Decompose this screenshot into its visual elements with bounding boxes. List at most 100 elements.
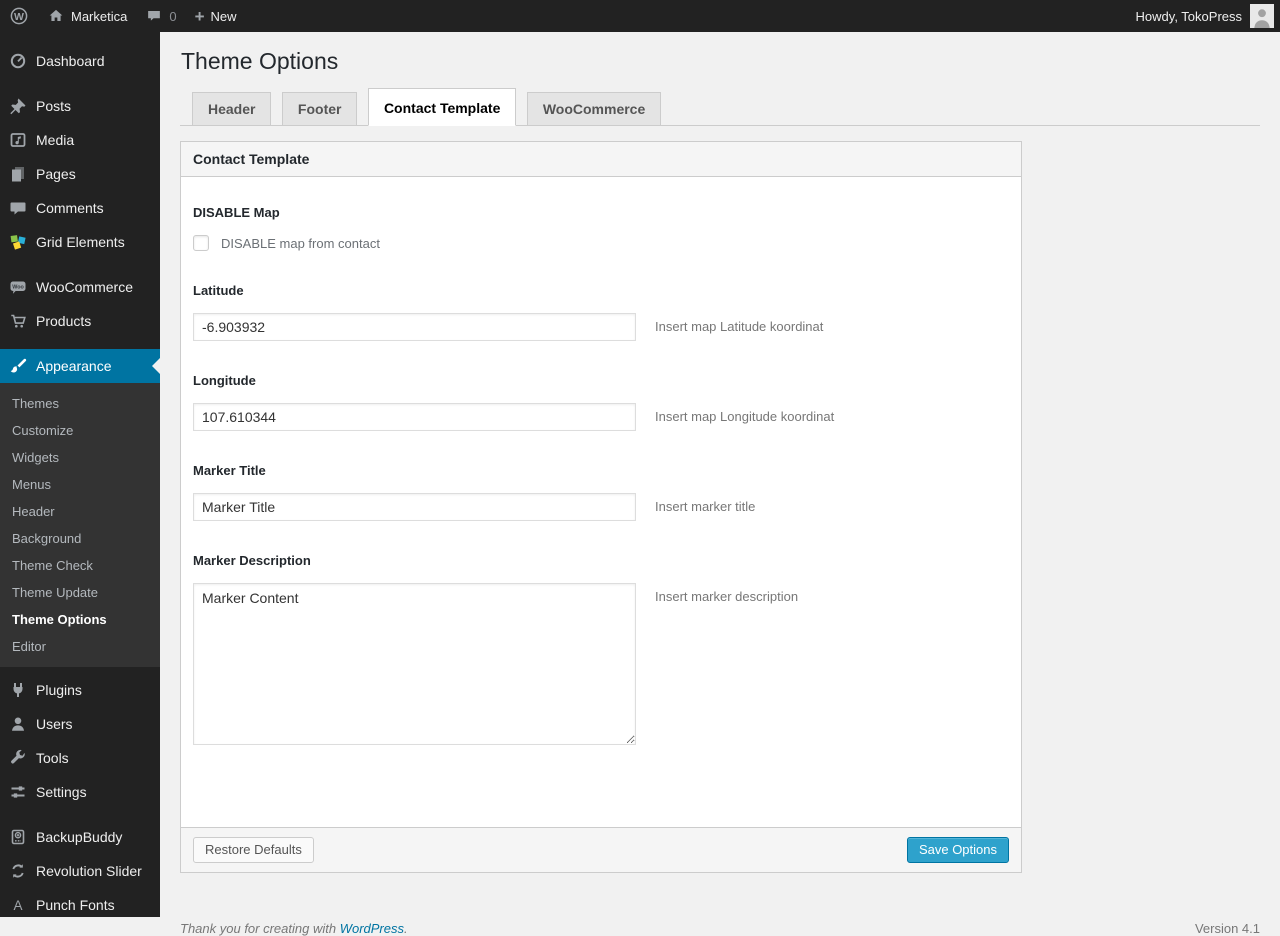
sidebar-subitem-widgets[interactable]: Widgets xyxy=(0,444,160,471)
field-label: Latitude xyxy=(193,283,1009,298)
sidebar-subitem-theme-update[interactable]: Theme Update xyxy=(0,579,160,606)
sidebar-item-posts[interactable]: Posts xyxy=(0,89,160,123)
sidebar-item-label: Plugins xyxy=(36,682,82,698)
media-icon xyxy=(8,130,28,150)
admin-bar: W Marketica 0 + New Howdy, TokoPress xyxy=(0,0,1280,32)
sidebar-item-products[interactable]: Products xyxy=(0,304,160,338)
sidebar-subitem-theme-check[interactable]: Theme Check xyxy=(0,552,160,579)
sidebar-item-pages[interactable]: Pages xyxy=(0,157,160,191)
sidebar-item-label: Users xyxy=(36,716,73,732)
tab-header[interactable]: Header xyxy=(192,92,271,126)
svg-text:W: W xyxy=(14,11,24,23)
sidebar-item-label: WooCommerce xyxy=(36,279,133,295)
sidebar-subitem-menus[interactable]: Menus xyxy=(0,471,160,498)
home-icon xyxy=(47,7,65,25)
disable-map-checkbox[interactable] xyxy=(193,235,209,251)
new-label: New xyxy=(211,9,237,24)
letter-a-icon: A xyxy=(8,895,28,915)
sidebar-item-label: Posts xyxy=(36,98,71,114)
field-label: Marker Title xyxy=(193,463,1009,478)
menu-separator xyxy=(0,338,160,349)
marker-title-input[interactable] xyxy=(193,493,636,521)
sidebar-subitem-background[interactable]: Background xyxy=(0,525,160,552)
admin-sidebar: Dashboard Posts Media Pages Commen xyxy=(0,32,160,917)
field-label: DISABLE Map xyxy=(193,205,1009,220)
settings-icon xyxy=(8,782,28,802)
sidebar-item-dashboard[interactable]: Dashboard xyxy=(0,44,160,78)
menu-separator xyxy=(0,809,160,820)
disable-map-checkbox-label: DISABLE map from contact xyxy=(221,236,380,251)
save-options-button[interactable]: Save Options xyxy=(907,837,1009,863)
tab-bar: Header Footer Contact Template WooCommer… xyxy=(180,88,1260,126)
sidebar-item-revolution-slider[interactable]: Revolution Slider xyxy=(0,854,160,888)
site-name-button[interactable]: Marketica xyxy=(38,0,136,32)
field-latitude: Latitude Insert map Latitude koordinat xyxy=(193,283,1009,341)
field-longitude: Longitude Insert map Longitude koordinat xyxy=(193,373,1009,431)
latitude-hint: Insert map Latitude koordinat xyxy=(655,313,823,334)
panel-body: DISABLE Map DISABLE map from contact Lat… xyxy=(181,177,1021,827)
comment-count: 0 xyxy=(169,9,176,24)
plus-icon: + xyxy=(195,8,205,25)
sidebar-item-grid-elements[interactable]: Grid Elements xyxy=(0,225,160,259)
pages-icon xyxy=(8,164,28,184)
comments-bubble-button[interactable]: 0 xyxy=(136,0,185,32)
sidebar-item-users[interactable]: Users xyxy=(0,707,160,741)
marker-description-hint: Insert marker description xyxy=(655,583,798,604)
sidebar-subitem-editor[interactable]: Editor xyxy=(0,633,160,660)
contact-template-panel: Contact Template DISABLE Map DISABLE map… xyxy=(180,141,1022,873)
site-name-label: Marketica xyxy=(71,9,127,24)
sidebar-item-appearance[interactable]: Appearance xyxy=(0,349,160,383)
main-content: Theme Options Header Footer Contact Temp… xyxy=(160,32,1280,936)
user-icon xyxy=(8,714,28,734)
tab-footer[interactable]: Footer xyxy=(282,92,358,126)
sidebar-item-tools[interactable]: Tools xyxy=(0,741,160,775)
latitude-input[interactable] xyxy=(193,313,636,341)
marker-description-textarea[interactable]: Marker Content xyxy=(193,583,636,745)
sidebar-item-media[interactable]: Media xyxy=(0,123,160,157)
backup-icon xyxy=(8,827,28,847)
field-marker-title: Marker Title Insert marker title xyxy=(193,463,1009,521)
sidebar-item-woocommerce[interactable]: Woo WooCommerce xyxy=(0,270,160,304)
footer-thanks-prefix: Thank you for creating with xyxy=(180,921,340,936)
sidebar-item-label: Settings xyxy=(36,784,87,800)
longitude-hint: Insert map Longitude koordinat xyxy=(655,403,834,424)
sidebar-item-label: Media xyxy=(36,132,74,148)
sidebar-subitem-customize[interactable]: Customize xyxy=(0,417,160,444)
longitude-input[interactable] xyxy=(193,403,636,431)
new-content-button[interactable]: + New xyxy=(186,0,246,32)
sidebar-item-settings[interactable]: Settings xyxy=(0,775,160,809)
version-label: Version 4.1 xyxy=(1195,921,1260,936)
avatar[interactable] xyxy=(1250,4,1274,28)
sidebar-subitem-header[interactable]: Header xyxy=(0,498,160,525)
sidebar-item-plugins[interactable]: Plugins xyxy=(0,673,160,707)
sidebar-item-label: Punch Fonts xyxy=(36,897,115,913)
wordpress-logo-button[interactable]: W xyxy=(0,0,38,32)
sidebar-subitem-themes[interactable]: Themes xyxy=(0,390,160,417)
tab-woocommerce[interactable]: WooCommerce xyxy=(527,92,661,126)
svg-text:A: A xyxy=(13,898,22,913)
panel-footer: Restore Defaults Save Options xyxy=(181,827,1021,872)
refresh-icon xyxy=(8,861,28,881)
sidebar-item-comments[interactable]: Comments xyxy=(0,191,160,225)
page-footer: Thank you for creating with WordPress. V… xyxy=(180,921,1260,936)
plugin-icon xyxy=(8,680,28,700)
sidebar-item-label: Comments xyxy=(36,200,104,216)
wordpress-logo-icon: W xyxy=(9,6,29,26)
restore-defaults-button[interactable]: Restore Defaults xyxy=(193,837,314,863)
field-disable-map: DISABLE Map DISABLE map from contact xyxy=(193,205,1009,251)
sidebar-item-label: Products xyxy=(36,313,91,329)
sidebar-item-label: Tools xyxy=(36,750,69,766)
sidebar-item-label: BackupBuddy xyxy=(36,829,122,845)
howdy-account-link[interactable]: Howdy, TokoPress xyxy=(1136,9,1242,24)
sidebar-subitem-theme-options[interactable]: Theme Options xyxy=(0,606,160,633)
menu-separator xyxy=(0,259,160,270)
woocommerce-icon: Woo xyxy=(8,277,28,297)
dashboard-icon xyxy=(8,51,28,71)
wordpress-link[interactable]: WordPress xyxy=(340,921,404,936)
tab-contact-template[interactable]: Contact Template xyxy=(368,88,516,126)
grid-elements-icon xyxy=(8,232,28,252)
appearance-submenu: Themes Customize Widgets Menus Header Ba… xyxy=(0,383,160,667)
field-label: Longitude xyxy=(193,373,1009,388)
sidebar-item-backupbuddy[interactable]: BackupBuddy xyxy=(0,820,160,854)
comment-bubble-icon xyxy=(145,7,163,25)
